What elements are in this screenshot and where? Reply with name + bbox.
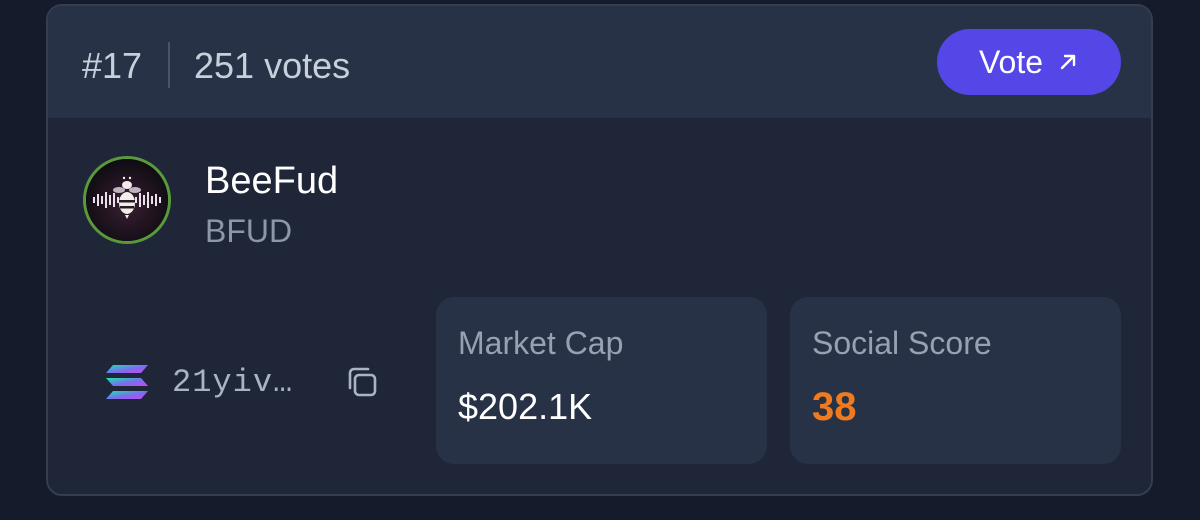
market-cap-box: Market Cap $202.1K bbox=[436, 297, 767, 464]
header-divider bbox=[168, 42, 170, 88]
card-header: #17 251 votes Vote bbox=[48, 6, 1151, 118]
vote-button-label: Vote bbox=[978, 43, 1044, 80]
arrow-up-right-icon bbox=[1060, 54, 1076, 70]
social-score-label: Social Score bbox=[812, 325, 992, 361]
copy-icon[interactable] bbox=[344, 364, 380, 400]
contract-address: 21yiv… bbox=[104, 358, 293, 406]
address-text: 21yiv… bbox=[172, 363, 294, 401]
token-name: BeeFud bbox=[205, 160, 339, 202]
solana-icon bbox=[106, 365, 148, 399]
vote-button[interactable]: Vote bbox=[937, 29, 1121, 95]
market-cap-label: Market Cap bbox=[458, 325, 624, 361]
bee-logo bbox=[86, 159, 168, 241]
rank-label: #17 bbox=[82, 45, 143, 86]
social-score-box: Social Score 38 bbox=[790, 297, 1121, 464]
market-cap-value: $202.1K bbox=[458, 386, 593, 427]
token-avatar bbox=[83, 156, 171, 244]
page: #17 251 votes Vote BeeFud BFUD 21yiv… Ma… bbox=[0, 0, 1200, 520]
vote-count: 251 votes bbox=[194, 45, 351, 86]
social-score-value: 38 bbox=[812, 385, 857, 429]
token-symbol: BFUD bbox=[205, 213, 293, 249]
token-card: #17 251 votes Vote BeeFud BFUD 21yiv… Ma… bbox=[46, 4, 1153, 496]
